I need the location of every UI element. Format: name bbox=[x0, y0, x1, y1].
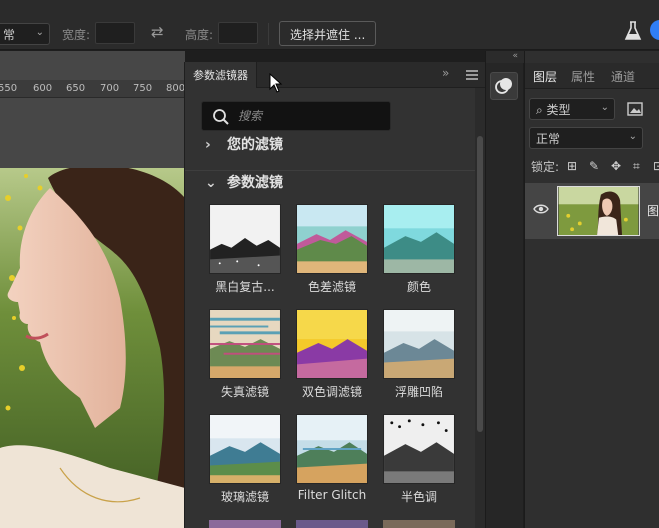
neural-filter-tool-button[interactable] bbox=[490, 72, 518, 100]
section-my-filters-label: 您的滤镜 bbox=[227, 137, 283, 153]
chevron-down-icon: ⌄ bbox=[205, 175, 217, 191]
horizontal-ruler: 550 600 650 700 750 800 bbox=[0, 80, 185, 98]
width-input[interactable] bbox=[95, 22, 135, 44]
lock-all-icon[interactable]: ⊡ bbox=[653, 159, 659, 173]
chevron-right-icon: › bbox=[205, 137, 211, 153]
panel-tab-bar: 参数滤镜器 » bbox=[185, 62, 485, 88]
swap-icon[interactable]: ⇄ bbox=[151, 23, 164, 41]
panel-menu-icon[interactable] bbox=[466, 70, 478, 80]
select-and-mask-button[interactable]: 选择并遮住 ... bbox=[279, 21, 377, 46]
section-neural-filters-label: 参数滤镜 bbox=[227, 175, 283, 191]
scrollbar-thumb[interactable] bbox=[477, 136, 483, 432]
layer-row[interactable]: 图 bbox=[525, 183, 659, 239]
layer-name: 图 bbox=[647, 204, 659, 218]
layer-filter-select[interactable]: ⌕ 类型 ⌄ bbox=[529, 98, 615, 120]
tab-properties[interactable]: 属性 bbox=[571, 68, 595, 85]
lock-position-icon[interactable]: ✥ bbox=[611, 159, 621, 173]
ruler-tick-label: 550 bbox=[0, 83, 18, 94]
height-label: 高度: bbox=[185, 28, 214, 42]
filter-label: 浮雕凹陷 bbox=[394, 385, 443, 399]
panel-scrollbar[interactable] bbox=[475, 88, 485, 528]
tab-neural-filters[interactable]: 参数滤镜器 bbox=[185, 62, 257, 88]
canvas-photo[interactable] bbox=[0, 168, 185, 528]
collapse-panel-icon[interactable]: » bbox=[442, 66, 449, 80]
filter-item[interactable]: 色差滤镜 bbox=[288, 204, 376, 295]
filter-item[interactable]: 双色调滤镜 bbox=[288, 309, 376, 400]
divider bbox=[268, 23, 269, 45]
mode-select-value: 常 bbox=[3, 28, 16, 42]
filter-item[interactable]: 半色调 bbox=[375, 414, 463, 505]
filter-item[interactable]: 黑白复古... bbox=[201, 204, 289, 295]
lock-image-pixels-icon[interactable]: ✎ bbox=[589, 159, 599, 173]
chevron-down-icon: ⌄ bbox=[628, 131, 637, 142]
document-canvas-area: 550 600 650 700 750 800 bbox=[0, 51, 185, 528]
lock-artboard-icon[interactable]: ⌗ bbox=[633, 159, 640, 174]
filter-item[interactable]: Filter Glitch bbox=[288, 414, 376, 502]
filter-label: 颜色 bbox=[406, 280, 431, 294]
menu-bar bbox=[0, 0, 659, 14]
filter-item[interactable]: 颜色 bbox=[375, 204, 463, 295]
neural-filters-panel: 参数滤镜器 » › 您的滤镜 ⌄ 参数滤镜 黑白复古... 色差滤镜 颜色失真滤镜 双色调… bbox=[184, 62, 485, 528]
height-input[interactable] bbox=[218, 22, 258, 44]
magnifier-icon: ⌕ bbox=[536, 103, 547, 117]
filter-thumbnail bbox=[209, 414, 281, 484]
filter-item-partial[interactable] bbox=[383, 520, 455, 528]
filter-label: Filter Glitch bbox=[297, 488, 367, 502]
chevron-down-icon: ⌄ bbox=[35, 27, 44, 38]
filter-thumbnail bbox=[209, 204, 281, 274]
options-bar: 常 ⌄ 宽度: ⇄ 高度: 选择并遮住 ... bbox=[0, 14, 659, 50]
image-filter-icon[interactable] bbox=[627, 102, 643, 116]
neural-filter-icon bbox=[495, 78, 512, 94]
filter-thumbnail bbox=[383, 204, 455, 274]
filter-label: 玻璃滤镜 bbox=[220, 490, 269, 504]
photoshop-window: 常 ⌄ 宽度: ⇄ 高度: 选择并遮住 ... 550 600 650 700 … bbox=[0, 0, 659, 528]
layer-thumbnail bbox=[557, 186, 640, 236]
blend-mode-value: 正常 bbox=[536, 132, 561, 146]
blend-mode-select[interactable]: 正常 ⌄ bbox=[529, 127, 643, 149]
flask-icon[interactable] bbox=[624, 20, 642, 42]
ruler-tick-label: 750 bbox=[133, 83, 153, 94]
filter-label: 半色调 bbox=[400, 490, 437, 504]
tab-channels[interactable]: 通道 bbox=[611, 68, 635, 85]
mode-select[interactable]: 常 ⌄ bbox=[0, 23, 50, 45]
filter-item[interactable]: 失真滤镜 bbox=[201, 309, 289, 400]
filter-item[interactable]: 玻璃滤镜 bbox=[201, 414, 289, 505]
filter-thumbnail bbox=[383, 309, 455, 379]
layers-panel-tabs: 图层 属性 通道 bbox=[525, 63, 659, 89]
filter-label: 黑白复古... bbox=[215, 280, 275, 294]
section-neural-filters[interactable]: ⌄ 参数滤镜 bbox=[205, 172, 283, 192]
layer-filter-value: 类型 bbox=[546, 103, 571, 117]
filter-item[interactable]: 浮雕凹陷 bbox=[375, 309, 463, 400]
filter-thumbnail bbox=[296, 414, 368, 484]
filter-item-partial[interactable] bbox=[296, 520, 368, 528]
ruler-tick-label: 700 bbox=[100, 83, 120, 94]
search-icon bbox=[213, 109, 229, 125]
ruler-tick-label: 600 bbox=[33, 83, 53, 94]
divider bbox=[185, 170, 475, 171]
search-input[interactable] bbox=[238, 107, 378, 125]
filter-thumbnail bbox=[383, 414, 455, 484]
filter-search-box[interactable] bbox=[201, 101, 391, 131]
panel-dock-column: « bbox=[485, 51, 524, 528]
width-label: 宽度: bbox=[62, 28, 91, 42]
lock-label: 锁定: bbox=[531, 160, 560, 174]
collapse-dock-icon[interactable]: « bbox=[486, 51, 524, 63]
filter-item-partial[interactable] bbox=[209, 520, 281, 528]
filter-label: 失真滤镜 bbox=[220, 385, 269, 399]
filter-label: 色差滤镜 bbox=[307, 280, 356, 294]
chevron-down-icon: ⌄ bbox=[600, 102, 609, 113]
ruler-tick-label: 650 bbox=[66, 83, 86, 94]
filter-thumbnail bbox=[209, 309, 281, 379]
tab-layers[interactable]: 图层 bbox=[533, 68, 557, 85]
filter-thumbnail bbox=[296, 309, 368, 379]
visibility-eye-icon[interactable] bbox=[533, 203, 549, 215]
filter-thumbnail bbox=[296, 204, 368, 274]
section-my-filters[interactable]: › 您的滤镜 bbox=[205, 134, 283, 154]
layers-panel: 图层 属性 通道 ⌕ 类型 ⌄ 正常 ⌄ 锁定: ⊞ ✎ ✥ ⌗ ⊡ 图 bbox=[524, 51, 659, 528]
ruler-tick-label: 800 bbox=[166, 83, 186, 94]
lock-transparent-pixels-icon[interactable]: ⊞ bbox=[567, 159, 577, 173]
filter-label: 双色调滤镜 bbox=[301, 385, 362, 399]
mouse-cursor-icon bbox=[269, 73, 283, 93]
